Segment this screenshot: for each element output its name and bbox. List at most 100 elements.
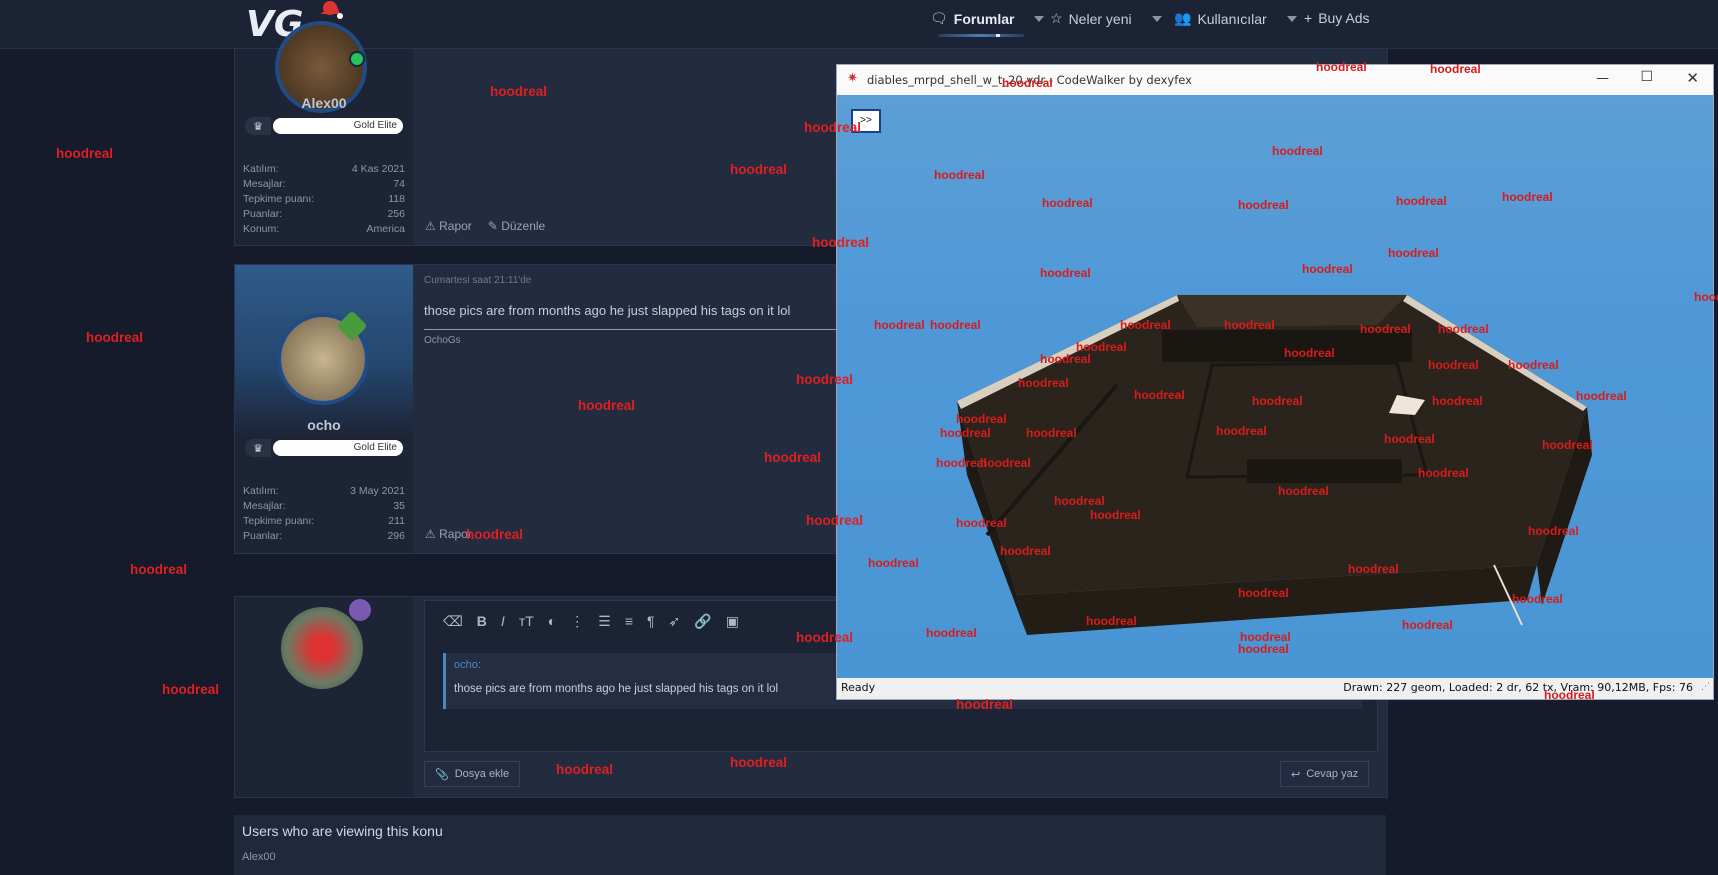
stat-row: Tepkime puanı: 118 xyxy=(243,193,405,205)
codewalker-window[interactable]: ✷ diables_mrpd_shell_w_t_20.ydr - CodeWa… xyxy=(836,64,1714,700)
users-viewing-block: Users who are viewing this konu Alex00 xyxy=(234,815,1386,875)
overlay-word: hoodreal xyxy=(930,318,981,332)
viewing-users[interactable]: Alex00 xyxy=(242,851,276,863)
link-icon[interactable]: 🔗 xyxy=(694,613,711,630)
chevron-down-icon[interactable] xyxy=(1034,15,1045,22)
overlay-word: hoodreal xyxy=(1384,432,1435,446)
minimize-icon[interactable]: — xyxy=(1596,71,1609,86)
chevron-down-icon[interactable] xyxy=(1151,15,1162,22)
text-size-icon[interactable]: тT xyxy=(519,613,534,629)
report-link[interactable]: ⚠ Rapor xyxy=(425,527,472,541)
overlay-word: hoodreal xyxy=(812,235,870,250)
edit-link[interactable]: ✎ Düzenle xyxy=(488,219,545,233)
overlay-word: hoodreal xyxy=(980,456,1031,470)
image-icon[interactable]: ▣ xyxy=(726,613,739,630)
italic-icon[interactable]: I xyxy=(501,613,505,629)
overlay-word: hoodreal xyxy=(1430,62,1481,76)
overlay-word: hoodreal xyxy=(1512,592,1563,606)
maximize-icon[interactable]: ☐ xyxy=(1640,69,1653,85)
resize-grip-icon[interactable]: ⋰ xyxy=(1701,682,1710,692)
overlay-word: hoodreal xyxy=(1090,508,1141,522)
rocket-icon[interactable]: ➶ xyxy=(669,613,681,630)
attach-file-button[interactable]: 📎 Dosya ekle xyxy=(424,761,521,787)
eraser-icon[interactable]: ⌫ xyxy=(443,613,463,630)
overlay-word: hoodreal xyxy=(1428,358,1479,372)
overlay-word: hoodreal xyxy=(1238,198,1289,212)
overlay-word: hoodreal xyxy=(1418,466,1469,480)
quote-author: ocho: xyxy=(454,659,481,671)
quote-text: those pics are from months ago he just s… xyxy=(454,683,779,695)
stat-row: Puanlar: 256 xyxy=(243,208,405,220)
nav-buy-ads-label: Buy Ads xyxy=(1318,10,1370,26)
overlay-word: hoodreal xyxy=(490,84,548,99)
overlay-word: hoodreal xyxy=(796,630,854,645)
app-icon: ✷ xyxy=(847,71,858,86)
overlay-word: hoodreal xyxy=(56,146,114,161)
overlay-word: hoodreal xyxy=(1360,322,1411,336)
username[interactable]: ocho xyxy=(235,417,413,433)
overlay-word: hoodreal xyxy=(1694,290,1718,304)
crown-icon: ♛ xyxy=(245,439,271,457)
overlay-word: hoodreal xyxy=(956,412,1007,426)
overlay-word: hoodreal xyxy=(804,120,862,135)
status-stats: Drawn: 227 geom, Loaded: 2 dr, 62 tx, Vr… xyxy=(1343,681,1693,694)
rank-label: Gold Elite xyxy=(273,440,403,456)
window-titlebar[interactable]: ✷ diables_mrpd_shell_w_t_20.ydr - CodeWa… xyxy=(837,65,1713,95)
overlay-word: hoodreal xyxy=(1438,322,1489,336)
nav-forums[interactable]: 🗨 Forumlar xyxy=(930,10,1045,27)
overlay-word: hoodreal xyxy=(764,450,822,465)
signature-divider xyxy=(424,329,844,330)
username[interactable]: Alex00 xyxy=(235,95,413,111)
overlay-word: hoodreal xyxy=(1086,614,1137,628)
bold-icon[interactable]: B xyxy=(477,613,487,629)
overlay-word: hoodreal xyxy=(1316,60,1367,74)
overlay-word: hoodreal xyxy=(556,762,614,777)
crown-icon: ♛ xyxy=(245,117,271,135)
online-indicator xyxy=(349,51,365,67)
post-date[interactable]: Cumartesi saat 21:11'de xyxy=(424,275,531,286)
nav-buy-ads[interactable]: + Buy Ads xyxy=(1304,10,1370,26)
overlay-word: hoodreal xyxy=(1040,352,1091,366)
overlay-word: hoodreal xyxy=(1432,394,1483,408)
nav-members[interactable]: 👥 Kullanıcılar xyxy=(1174,10,1297,27)
overlay-word: hoodreal xyxy=(730,755,788,770)
warning-icon: ⚠ xyxy=(425,527,436,541)
star-icon: ☆ xyxy=(1050,10,1063,26)
list-icon[interactable]: ☰ xyxy=(598,613,611,630)
avatar[interactable] xyxy=(281,607,363,689)
overlay-word: hoodreal xyxy=(730,162,788,177)
overlay-word: hoodreal xyxy=(1042,196,1093,210)
report-link[interactable]: ⚠ Rapor xyxy=(425,219,472,233)
palette-icon[interactable]: ◐ xyxy=(548,613,556,629)
close-icon[interactable]: ✕ xyxy=(1686,69,1699,87)
overlay-word: hoodreal xyxy=(86,330,144,345)
overlay-word: hoodreal xyxy=(162,682,220,697)
more-options-icon[interactable]: ⋮ xyxy=(570,613,584,630)
overlay-word: hoodreal xyxy=(874,318,925,332)
stat-row: Konum: America xyxy=(243,223,405,235)
warning-icon: ⚠ xyxy=(425,219,436,233)
overlay-word: hoodreal xyxy=(868,556,919,570)
overlay-word: hoodreal xyxy=(806,513,864,528)
mod-badge-icon xyxy=(349,599,371,621)
nav-whats-new[interactable]: ☆ Neler yeni xyxy=(1050,10,1162,27)
paragraph-icon[interactable]: ¶ xyxy=(647,613,655,629)
overlay-word: hoodreal xyxy=(1054,494,1105,508)
overlay-word: hoodreal xyxy=(1396,194,1447,208)
reply-button[interactable]: ↩ Cevap yaz xyxy=(1280,761,1370,787)
overlay-word: hoodreal xyxy=(1216,424,1267,438)
overlay-word: hoodreal xyxy=(1402,618,1453,632)
overlay-word: hoodreal xyxy=(1576,389,1627,403)
overlay-word: hoodreal xyxy=(1284,346,1335,360)
rank-label: Gold Elite xyxy=(273,118,403,134)
rank-badge: ♛ Gold Elite xyxy=(245,439,403,457)
overlay-word: hoodreal xyxy=(1040,266,1091,280)
overlay-word: hoodreal xyxy=(1508,358,1559,372)
align-icon[interactable]: ≡ xyxy=(625,613,633,629)
overlay-word: hoodreal xyxy=(1348,562,1399,576)
pencil-icon: ✎ xyxy=(487,219,498,233)
post-actions: ⚠ Rapor ✎ Düzenle xyxy=(425,219,545,233)
chat-icon: 🗨 xyxy=(930,10,948,26)
user-panel: Alex00 ♛ Gold Elite Katılım: 4 Kas 2021 M… xyxy=(235,21,413,245)
chevron-down-icon[interactable] xyxy=(1286,15,1297,22)
